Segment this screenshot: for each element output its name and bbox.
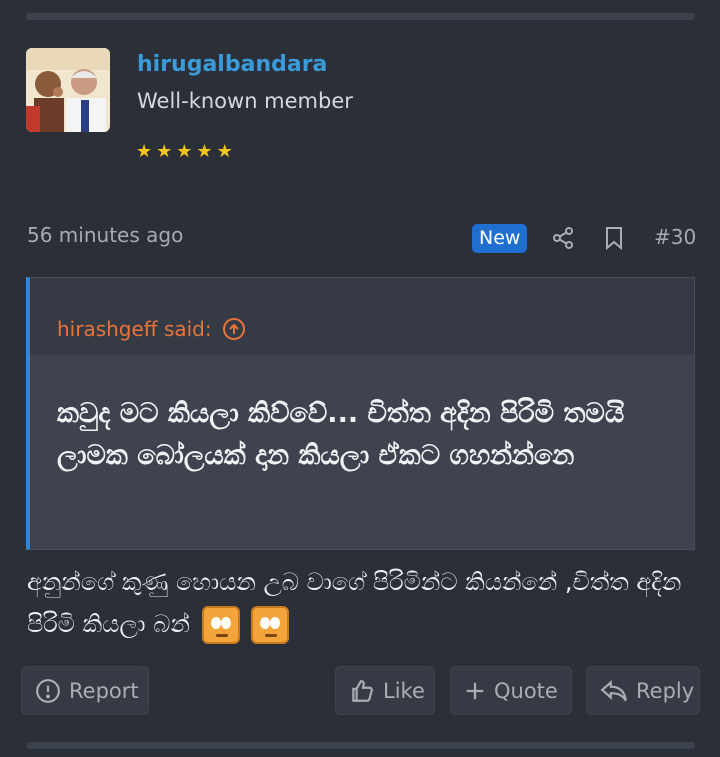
message-text: අනුන්ගේ කුණු හොයන උබ වාගේ පිරිමින්ට කියන… [27,568,682,638]
quote-block: hirashgeff said: කවුද මට කියලා කිව්වේ...… [26,277,695,550]
star-icon: ★ [136,141,153,162]
reply-label: Reply [636,678,695,703]
bookmark-icon[interactable] [600,224,628,252]
quote-header[interactable]: hirashgeff said: [30,278,694,355]
post-timestamp[interactable]: 56 minutes ago [27,223,183,247]
reply-button[interactable]: Reply [586,666,700,715]
avatar[interactable] [26,48,110,132]
arrow-up-circle-icon[interactable] [222,317,246,341]
new-badge: New [472,224,528,253]
thumbs-up-icon [349,678,375,704]
reply-icon [600,678,628,704]
username[interactable]: hirugalbandara [137,52,327,77]
report-label: Report [69,678,139,703]
star-icon: ★ [176,141,193,162]
bottom-divider [26,742,695,749]
quote-author[interactable]: hirashgeff said: [57,317,212,341]
like-label: Like [383,678,425,703]
quote-button[interactable]: Quote [450,666,572,715]
star-icon: ★ [156,141,173,162]
alert-circle-icon [35,678,61,704]
star-icon: ★ [196,141,213,162]
share-icon[interactable] [549,224,577,252]
post-number[interactable]: #30 [654,225,696,249]
eye-roll-emoji-icon [201,606,240,644]
rating-stars: ★ ★ ★ ★ ★ [136,142,233,162]
quote-label: Quote [494,678,558,703]
plus-icon [464,680,486,702]
report-button[interactable]: Report [21,666,149,715]
like-button[interactable]: Like [335,666,435,715]
top-divider [26,13,695,20]
post-message: අනුන්ගේ කුණු හොයන උබ වාගේ පිරිමින්ට කියන… [27,561,687,645]
eye-roll-emoji-icon [251,606,290,644]
quote-text: කවුද මට කියලා කිව්වේ... චිත්ත අදින පිරිම… [30,355,694,549]
user-title: Well-known member [137,89,353,113]
star-icon: ★ [216,141,233,162]
